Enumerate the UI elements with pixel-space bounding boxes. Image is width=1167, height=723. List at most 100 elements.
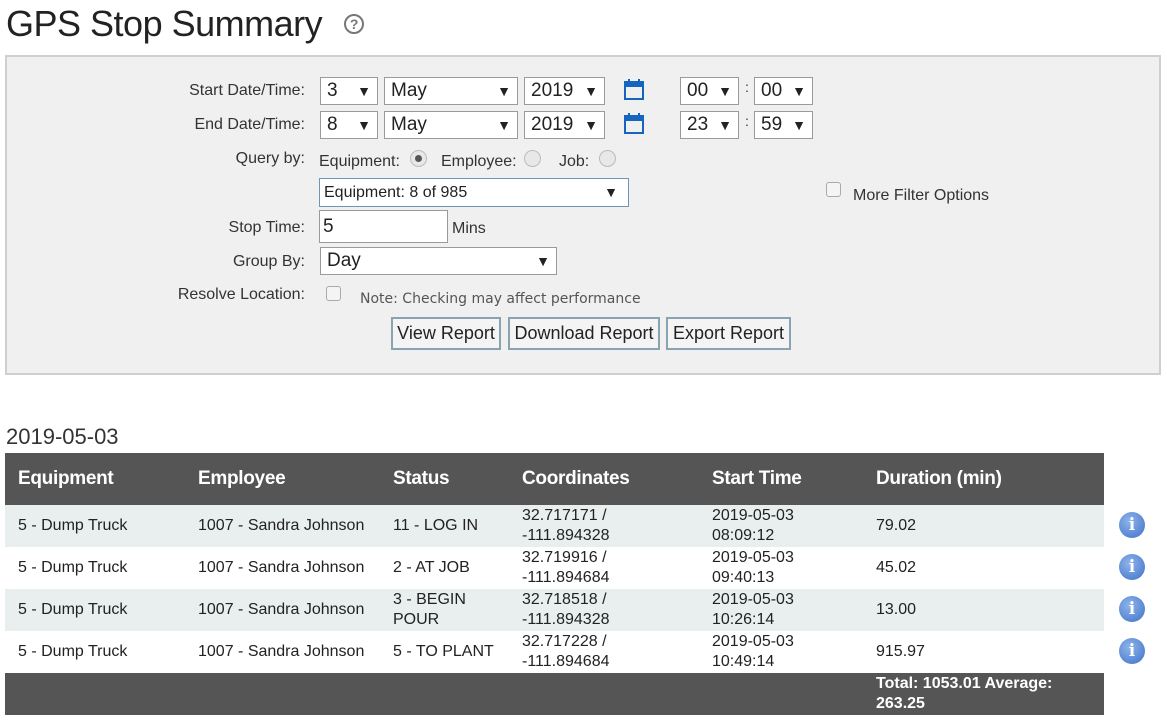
status-cell: 11 - LOG IN (380, 505, 509, 547)
stop-time-label: Stop Time: (228, 219, 305, 236)
info-icon[interactable]: i (1119, 638, 1145, 664)
end-minute-value: 59 (761, 114, 783, 135)
start-time-cell: 2019-05-03 09:40:13 (699, 547, 863, 589)
info-icon[interactable]: i (1119, 596, 1145, 622)
start-hour-select[interactable]: 00 ▼ (680, 77, 739, 105)
dropdown-arrow-icon: ▼ (792, 83, 806, 99)
resolve-location-checkbox[interactable] (326, 286, 341, 301)
column-header-duration[interactable]: Duration (min) (863, 453, 1104, 505)
start-time-cell: 2019-05-03 10:49:14 (699, 631, 863, 673)
employee-cell: 1007 - Sandra Johnson (185, 589, 380, 631)
start-date: 2019-05-03 (712, 507, 794, 524)
table-total-row: Total: 1053.01 Average: 263.25 (5, 673, 1104, 715)
more-filter-options-checkbox[interactable] (826, 182, 841, 197)
start-day-value: 3 (327, 80, 338, 101)
end-minute-select[interactable]: 59 ▼ (754, 111, 813, 139)
filter-panel: Start Date/Time: 3 ▼ May ▼ 2019 ▼ 00 ▼ : 00 ▼… (5, 55, 1161, 375)
dropdown-arrow-icon: ▼ (357, 117, 371, 133)
column-header-coordinates[interactable]: Coordinates (509, 453, 699, 505)
end-day-select[interactable]: 8 ▼ (320, 111, 378, 139)
coordinates-cell: 32.717228 / -111.894684 (509, 631, 699, 673)
start-minute-select[interactable]: 00 ▼ (754, 77, 813, 105)
query-by-label: Query by: (235, 150, 305, 167)
coordinates-cell: 32.717171 / -111.894328 (509, 505, 699, 547)
start-month-select[interactable]: May ▼ (384, 77, 518, 105)
view-report-button[interactable]: View Report (391, 317, 501, 350)
resolve-location-note: Note: Checking may affect performance (360, 291, 641, 307)
equipment-multiselect-value: Equipment: 8 of 985 (324, 184, 468, 201)
equipment-multiselect[interactable]: Equipment: 8 of 985 ▼ (319, 178, 629, 207)
duration-cell: 79.02 (863, 505, 1104, 547)
employee-cell: 1007 - Sandra Johnson (185, 631, 380, 673)
dropdown-arrow-icon: ▼ (604, 184, 618, 200)
equipment-cell: 5 - Dump Truck (5, 547, 185, 589)
stop-summary-table: Equipment Employee Status Coordinates St… (5, 453, 1104, 715)
end-hour-select[interactable]: 23 ▼ (680, 111, 739, 139)
table-row: 5 - Dump Truck 1007 - Sandra Johnson 3 -… (5, 589, 1104, 631)
duration-cell: 45.02 (863, 547, 1104, 589)
start-year-select[interactable]: 2019 ▼ (524, 77, 605, 105)
dropdown-arrow-icon: ▼ (584, 83, 598, 99)
latitude: 32.717228 / (522, 633, 607, 650)
equipment-cell: 5 - Dump Truck (5, 589, 185, 631)
dropdown-arrow-icon: ▼ (718, 83, 732, 99)
start-minute-value: 00 (761, 80, 783, 101)
report-date-heading: 2019-05-03 (6, 424, 119, 449)
group-by-select[interactable]: Day ▼ (320, 247, 557, 275)
question-circle-icon[interactable]: ? (344, 14, 365, 34)
duration-cell: 915.97 (863, 631, 1104, 673)
equipment-radio[interactable] (410, 150, 427, 167)
table-row: 5 - Dump Truck 1007 - Sandra Johnson 5 -… (5, 631, 1104, 673)
start-day-select[interactable]: 3 ▼ (320, 77, 378, 105)
status-cell: 3 - BEGIN POUR (380, 589, 509, 631)
start-clock: 10:26:14 (712, 611, 775, 628)
job-radio-label: Job: (559, 153, 590, 170)
longitude: -111.894328 (522, 611, 610, 628)
total-average-cell: Total: 1053.01 Average: 263.25 (863, 673, 1104, 715)
end-month-select[interactable]: May ▼ (384, 111, 518, 139)
info-icon[interactable]: i (1119, 512, 1145, 538)
calendar-icon[interactable] (623, 113, 645, 135)
start-time-cell: 2019-05-03 10:26:14 (699, 589, 863, 631)
equipment-cell: 5 - Dump Truck (5, 631, 185, 673)
column-header-status[interactable]: Status (380, 453, 509, 505)
coordinates-cell: 32.719916 / -111.894684 (509, 547, 699, 589)
dropdown-arrow-icon: ▼ (584, 117, 598, 133)
dropdown-arrow-icon: ▼ (497, 117, 511, 133)
start-clock: 09:40:13 (712, 569, 775, 586)
start-time-cell: 2019-05-03 08:09:12 (699, 505, 863, 547)
export-report-button[interactable]: Export Report (666, 317, 791, 350)
latitude: 32.717171 / (522, 507, 607, 524)
end-day-value: 8 (327, 114, 338, 135)
status-cell: 2 - AT JOB (380, 547, 509, 589)
more-filter-options-label[interactable]: More Filter Options (853, 187, 989, 205)
dropdown-arrow-icon: ▼ (357, 83, 371, 99)
employee-radio[interactable] (524, 150, 541, 167)
end-year-select[interactable]: 2019 ▼ (524, 111, 605, 139)
info-icon[interactable]: i (1119, 554, 1145, 580)
status-cell: 5 - TO PLANT (380, 631, 509, 673)
start-date-label: Start Date/Time: (189, 82, 305, 99)
start-year-value: 2019 (531, 80, 574, 101)
start-clock: 08:09:12 (712, 527, 775, 544)
equipment-cell: 5 - Dump Truck (5, 505, 185, 547)
time-separator: : (745, 113, 749, 129)
start-date: 2019-05-03 (712, 591, 794, 608)
table-header-row: Equipment Employee Status Coordinates St… (5, 453, 1104, 505)
column-header-equipment[interactable]: Equipment (5, 453, 185, 505)
longitude: -111.894328 (522, 527, 610, 544)
end-hour-value: 23 (687, 114, 709, 135)
stop-time-input[interactable]: 5 (319, 210, 448, 243)
end-month-value: May (391, 114, 427, 135)
latitude: 32.718518 / (522, 591, 607, 608)
group-by-value: Day (327, 250, 361, 271)
stop-time-unit: Mins (452, 220, 486, 237)
end-year-value: 2019 (531, 114, 574, 135)
download-report-button[interactable]: Download Report (508, 317, 660, 350)
job-radio[interactable] (599, 150, 616, 167)
column-header-start-time[interactable]: Start Time (699, 453, 863, 505)
calendar-icon[interactable] (623, 79, 645, 101)
time-separator: : (745, 79, 749, 95)
dropdown-arrow-icon: ▼ (718, 117, 732, 133)
column-header-employee[interactable]: Employee (185, 453, 380, 505)
